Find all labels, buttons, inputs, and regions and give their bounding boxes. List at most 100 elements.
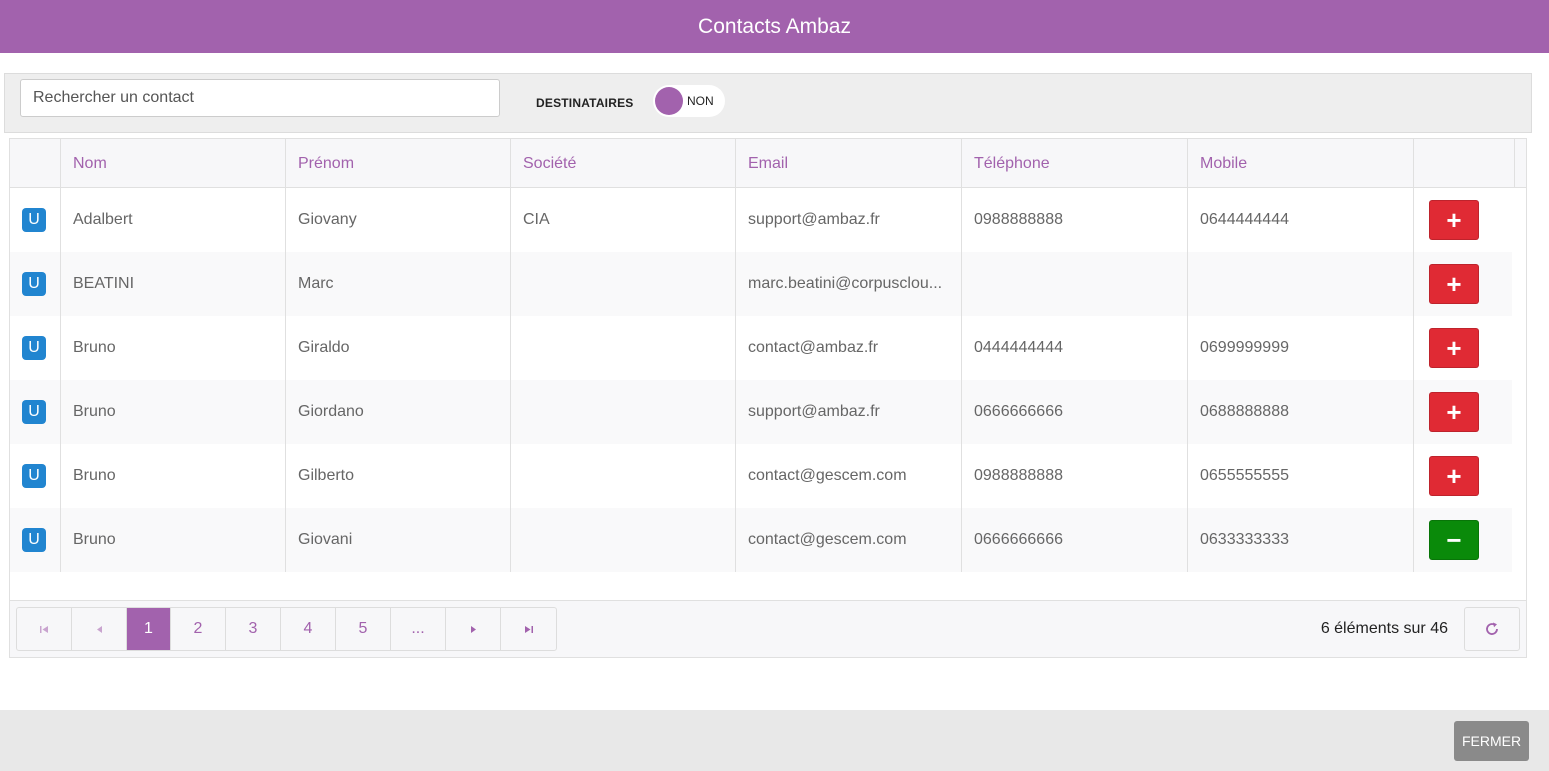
pagination-bar: 1 2 3 4 5 ... 6 éléments sur 46: [10, 600, 1526, 657]
user-type-badge: U: [22, 272, 46, 296]
window-title: Contacts Ambaz: [0, 0, 1549, 53]
cell-societe: CIA: [511, 188, 736, 252]
cell-telephone: 0666666666: [962, 380, 1188, 444]
add-recipient-button[interactable]: +: [1429, 456, 1479, 496]
toggle-knob: [655, 87, 683, 115]
column-header-societe[interactable]: Société: [511, 139, 736, 188]
add-recipient-button[interactable]: +: [1429, 328, 1479, 368]
cell-action: −: [1414, 508, 1512, 572]
cell-badge: U: [10, 188, 61, 252]
user-type-badge: U: [22, 464, 46, 488]
cell-nom: Bruno: [61, 508, 286, 572]
cell-email: support@ambaz.fr: [736, 188, 962, 252]
item-count: 6 éléments sur 46: [1320, 620, 1448, 637]
column-header-mobile[interactable]: Mobile: [1188, 139, 1414, 188]
grid-rows: U Adalbert Giovany CIA support@ambaz.fr 09888…: [10, 188, 1512, 572]
table-row[interactable]: U Adalbert Giovany CIA support@ambaz.fr 09888…: [10, 188, 1512, 252]
page-button-3[interactable]: 3: [226, 608, 281, 650]
cell-badge: U: [10, 316, 61, 380]
grid-header: Nom Prénom Société Email Téléphone Mobil…: [10, 139, 1526, 188]
add-recipient-button[interactable]: +: [1429, 200, 1479, 240]
table-row[interactable]: U Bruno Giraldo contact@ambaz.fr 0444444444 0…: [10, 316, 1512, 380]
cell-prenom: Giraldo: [286, 316, 511, 380]
cell-action: +: [1414, 444, 1512, 508]
cell-nom: Bruno: [61, 444, 286, 508]
page-button-1[interactable]: 1: [127, 608, 171, 650]
cell-email: contact@gescem.com: [736, 508, 962, 572]
cell-societe: [511, 252, 736, 316]
cell-email: marc.beatini@corpusclou...: [736, 252, 962, 316]
last-page-icon[interactable]: [501, 608, 556, 650]
cell-mobile: 0688888888: [1188, 380, 1414, 444]
toggle-label: NON: [687, 94, 714, 108]
pagination: 1 2 3 4 5 ...: [16, 607, 557, 651]
refresh-icon[interactable]: [1464, 607, 1520, 651]
user-type-badge: U: [22, 208, 46, 232]
cell-societe: [511, 380, 736, 444]
cell-email: contact@gescem.com: [736, 444, 962, 508]
recipients-label: DESTINATAIRES: [536, 96, 634, 110]
column-header-badge: [10, 139, 61, 188]
table-row[interactable]: U Bruno Gilberto contact@gescem.com 09888888…: [10, 444, 1512, 508]
cell-telephone: 0988888888: [962, 188, 1188, 252]
cell-telephone: 0444444444: [962, 316, 1188, 380]
first-page-icon[interactable]: [17, 608, 72, 650]
user-type-badge: U: [22, 400, 46, 424]
next-page-icon[interactable]: [446, 608, 501, 650]
cell-action: +: [1414, 316, 1512, 380]
cell-societe: [511, 316, 736, 380]
toolbar: DESTINATAIRES NON: [4, 73, 1532, 133]
page-button-4[interactable]: 4: [281, 608, 336, 650]
cell-prenom: Giordano: [286, 380, 511, 444]
table-row[interactable]: U Bruno Giordano support@ambaz.fr 0666666666…: [10, 380, 1512, 444]
cell-nom: Bruno: [61, 316, 286, 380]
cell-nom: BEATINI: [61, 252, 286, 316]
remove-recipient-button[interactable]: −: [1429, 520, 1479, 560]
cell-mobile: 0633333333: [1188, 508, 1414, 572]
user-type-badge: U: [22, 336, 46, 360]
column-header-prenom[interactable]: Prénom: [286, 139, 511, 188]
table-row[interactable]: U Bruno Giovani contact@gescem.com 066666666…: [10, 508, 1512, 572]
footer-bar: FERMER: [0, 710, 1549, 771]
cell-badge: U: [10, 380, 61, 444]
cell-telephone: 0988888888: [962, 444, 1188, 508]
cell-email: support@ambaz.fr: [736, 380, 962, 444]
column-header-email[interactable]: Email: [736, 139, 962, 188]
cell-telephone: [962, 252, 1188, 316]
cell-nom: Bruno: [61, 380, 286, 444]
cell-badge: U: [10, 508, 61, 572]
column-header-telephone[interactable]: Téléphone: [962, 139, 1188, 188]
column-header-action: [1414, 139, 1515, 188]
cell-prenom: Giovany: [286, 188, 511, 252]
cell-nom: Adalbert: [61, 188, 286, 252]
cell-prenom: Marc: [286, 252, 511, 316]
cell-action: +: [1414, 380, 1512, 444]
cell-mobile: [1188, 252, 1414, 316]
cell-societe: [511, 508, 736, 572]
recipients-toggle[interactable]: NON: [653, 85, 725, 117]
cell-telephone: 0666666666: [962, 508, 1188, 572]
cell-societe: [511, 444, 736, 508]
user-type-badge: U: [22, 528, 46, 552]
cell-mobile: 0655555555: [1188, 444, 1414, 508]
page-button-more[interactable]: ...: [391, 608, 446, 650]
contacts-grid: Nom Prénom Société Email Téléphone Mobil…: [9, 138, 1527, 658]
cell-action: +: [1414, 188, 1512, 252]
search-input[interactable]: [20, 79, 500, 117]
close-button[interactable]: FERMER: [1454, 721, 1529, 761]
column-header-nom[interactable]: Nom: [61, 139, 286, 188]
cell-badge: U: [10, 444, 61, 508]
prev-page-icon[interactable]: [72, 608, 127, 650]
cell-badge: U: [10, 252, 61, 316]
cell-action: +: [1414, 252, 1512, 316]
table-row[interactable]: U BEATINI Marc marc.beatini@corpusclou... +: [10, 252, 1512, 316]
add-recipient-button[interactable]: +: [1429, 392, 1479, 432]
page-button-2[interactable]: 2: [171, 608, 226, 650]
cell-mobile: 0699999999: [1188, 316, 1414, 380]
page-button-5[interactable]: 5: [336, 608, 391, 650]
add-recipient-button[interactable]: +: [1429, 264, 1479, 304]
cell-prenom: Giovani: [286, 508, 511, 572]
cell-email: contact@ambaz.fr: [736, 316, 962, 380]
cell-mobile: 0644444444: [1188, 188, 1414, 252]
cell-prenom: Gilberto: [286, 444, 511, 508]
